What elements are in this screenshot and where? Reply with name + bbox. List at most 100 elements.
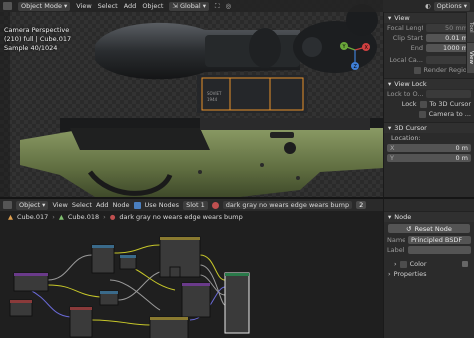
npanel-header: ◐ Options ▾	[383, 0, 474, 12]
location-label-row: Location:	[384, 133, 474, 143]
clip-end-row: End 1000 m	[384, 43, 474, 53]
frame-object-info: (210) full | Cube.017	[4, 35, 72, 43]
cursor-y-value: 0 m	[455, 154, 468, 162]
view-section-header[interactable]: ▾ View	[384, 12, 474, 23]
ne-menu-view[interactable]: View	[52, 201, 67, 209]
node-section-title: Node	[394, 213, 412, 221]
menu-view[interactable]: View	[76, 2, 91, 10]
node-canvas[interactable]	[0, 225, 383, 338]
view-name: Camera Perspective	[4, 26, 70, 34]
view-section-title: View	[394, 14, 410, 22]
lock-to-object-row: Lock to O...	[384, 89, 474, 99]
lock-3d-cursor-label: To 3D Cursor	[429, 100, 471, 108]
use-nodes-checkbox[interactable]	[133, 201, 141, 209]
breadcrumb-item-mesh: Cube.018	[67, 213, 100, 221]
menu-object[interactable]: Object	[142, 2, 163, 10]
breadcrumb: ▲ Cube.017 › ▲ Cube.018 › ● dark gray no…	[0, 211, 383, 223]
breadcrumb-item-material: dark gray no wears edge wears bump	[119, 213, 243, 221]
options-dropdown[interactable]: Options ▾	[433, 1, 470, 11]
chevron-right-icon: ›	[103, 213, 106, 221]
color-subpanel-header[interactable]: › Color	[384, 259, 474, 269]
render-region-label: Render Region	[423, 66, 471, 74]
gizmo-x-label: X	[365, 45, 369, 51]
shader-node-editor[interactable]: Object ▾ View Select Add Node Use Nodes …	[0, 197, 383, 338]
mount-engraving-year: 1944	[207, 97, 218, 102]
ne-menu-node[interactable]: Node	[113, 201, 130, 209]
menu-select[interactable]: Select	[98, 2, 118, 10]
node-section-header[interactable]: ▾ Node	[384, 211, 474, 222]
use-custom-color-checkbox[interactable]	[399, 260, 407, 268]
chevron-right-icon: ›	[394, 260, 397, 268]
tab-tool[interactable]: Tool	[466, 12, 474, 42]
editor-type-icon[interactable]	[3, 201, 12, 209]
shader-type-label: Object	[19, 201, 41, 209]
mesh-icon: ▲	[58, 213, 64, 221]
view-lock-title: View Lock	[394, 80, 427, 88]
viewport-shading-icon[interactable]: ◐	[425, 2, 431, 10]
options-label: Options	[436, 2, 462, 10]
chevron-down-icon: ▾	[202, 2, 206, 10]
lock-3d-cursor-checkbox[interactable]	[419, 100, 427, 108]
chevron-down-icon: ▾	[388, 14, 392, 22]
sidebar-n-panel: ▾ View Focal Length 50 mm Clip Start 0.0…	[383, 12, 474, 197]
tab-view[interactable]: View	[466, 43, 474, 73]
lock-label: Lock	[401, 100, 417, 108]
clip-end-field[interactable]: 1000 m	[426, 44, 471, 52]
properties-label: Properties	[393, 270, 427, 278]
mesh-icon: ▲	[8, 213, 13, 221]
chevron-right-icon: ›	[52, 213, 55, 221]
proportional-edit-icon[interactable]: ◎	[226, 2, 232, 10]
shader-type-dropdown[interactable]: Object ▾	[16, 200, 49, 210]
chevron-down-icon: ▾	[463, 2, 467, 10]
properties-subpanel-header[interactable]: › Properties	[384, 269, 474, 279]
mode-dropdown[interactable]: Object Mode ▾	[18, 1, 71, 11]
reset-icon: ↺	[406, 224, 412, 233]
clip-start-field[interactable]: 0.01 m	[426, 34, 471, 42]
render-region-checkbox[interactable]	[413, 66, 421, 74]
menu-add[interactable]: Add	[124, 2, 137, 10]
local-camera-field[interactable]	[426, 56, 471, 64]
node-editor-header: Object ▾ View Select Add Node Use Nodes …	[0, 199, 383, 211]
view-lock-section-header[interactable]: ▾ View Lock	[384, 78, 474, 89]
focal-length-label: Focal Length	[387, 24, 423, 32]
lock-to-object-field[interactable]	[426, 90, 471, 98]
cursor-x-row: X 0 m	[384, 143, 474, 153]
node-name-label: Name:	[387, 236, 405, 244]
cursor-y-row: Y 0 m	[384, 153, 474, 163]
render-region-row: Render Region	[384, 65, 474, 75]
ne-menu-select[interactable]: Select	[72, 201, 92, 209]
slot-dropdown[interactable]: Slot 1	[183, 200, 208, 210]
camera-to-view-row: Camera to ...	[384, 109, 474, 119]
navigation-gizmo[interactable]: Y X Z	[335, 28, 375, 78]
material-name-field[interactable]: dark gray no wears edge wears bump	[222, 201, 353, 209]
node-label-field[interactable]	[408, 246, 471, 254]
focal-length-row: Focal Length 50 mm	[384, 23, 474, 33]
ne-menu-add[interactable]: Add	[96, 201, 109, 209]
node-name-field[interactable]: Principled BSDF	[408, 236, 471, 244]
cursor-x-value: 0 m	[455, 144, 468, 152]
focal-length-field[interactable]: 50 mm	[426, 24, 471, 32]
transform-orientation-dropdown[interactable]: ⇲ Global ▾	[169, 1, 209, 11]
3d-viewport[interactable]: SOVIET 1944 Object Mode ▾ View Select Ad…	[0, 0, 383, 197]
cursor-x-field[interactable]: X 0 m	[387, 144, 471, 152]
reset-node-button[interactable]: ↺ Reset Node	[388, 224, 470, 233]
material-users-count[interactable]: 2	[356, 201, 367, 209]
cursor-x-label: X	[390, 144, 395, 152]
clip-end-label: End	[410, 44, 423, 52]
editor-type-icon[interactable]	[3, 2, 12, 10]
color-label: Color	[409, 260, 427, 268]
3d-cursor-section-header[interactable]: ▾ 3D Cursor	[384, 122, 474, 133]
clip-start-label: Clip Start	[392, 34, 423, 42]
location-label: Location:	[391, 134, 421, 142]
cursor-y-field[interactable]: Y 0 m	[387, 154, 471, 162]
chevron-right-icon: ›	[388, 270, 391, 278]
mount-engraving: SOVIET	[207, 91, 222, 96]
camera-to-view-label: Camera to ...	[428, 110, 471, 118]
breadcrumb-item-object: Cube.017	[17, 213, 49, 221]
chevron-down-icon: ▾	[388, 213, 392, 221]
snap-icon[interactable]: ⛶	[215, 2, 220, 11]
camera-to-view-checkbox[interactable]	[418, 110, 426, 118]
chevron-down-icon: ▾	[388, 80, 392, 88]
chevron-down-icon: ▾	[63, 2, 68, 10]
node-color-swatch[interactable]	[462, 261, 468, 267]
